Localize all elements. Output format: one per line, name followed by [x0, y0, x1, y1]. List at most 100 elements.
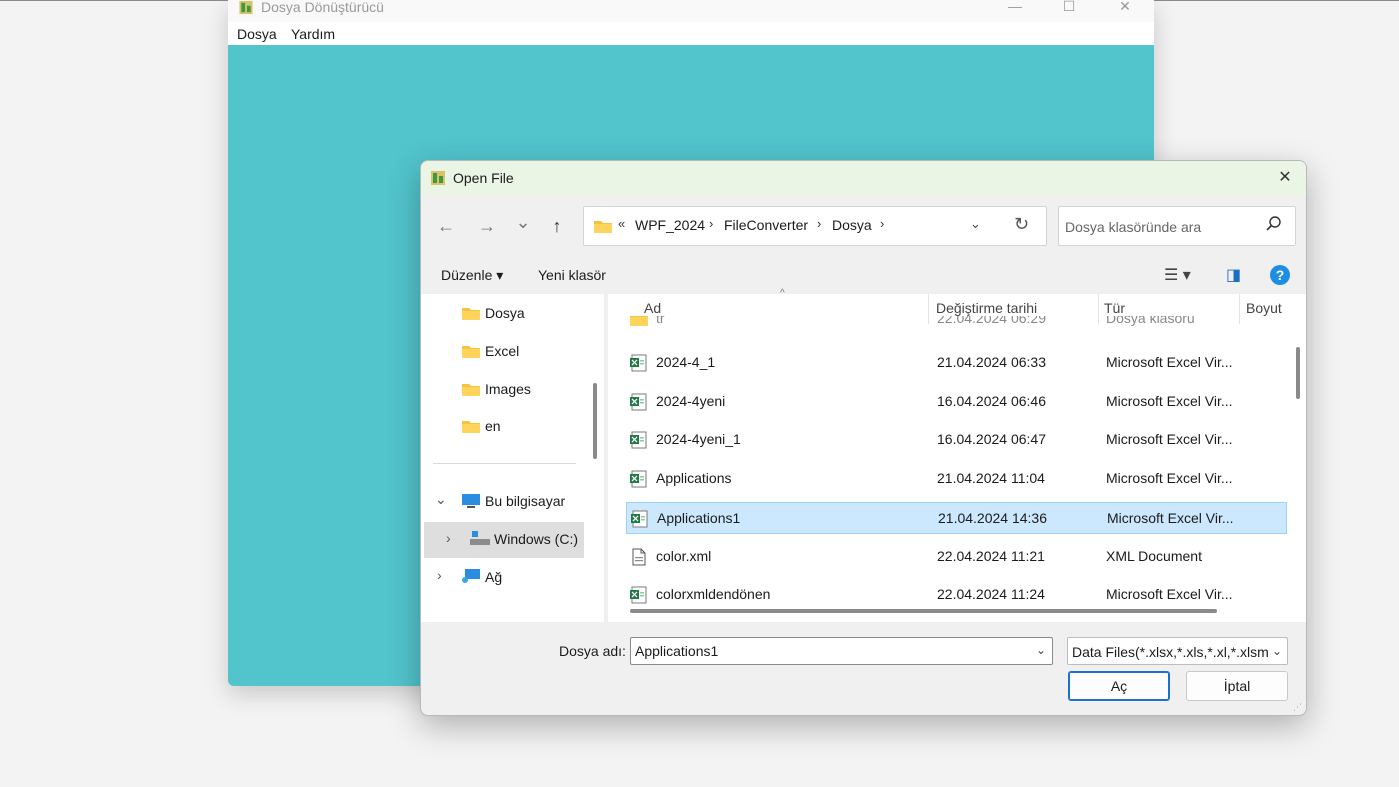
nav-folder-images[interactable]: Images [421, 373, 604, 405]
table-row[interactable]: tr 22.04.2024 06:29 Dosya klasörü [626, 316, 1287, 330]
main-title-bar[interactable]: Dosya Dönüştürücü — ☐ ✕ [228, 0, 1154, 22]
folder-icon [462, 346, 480, 358]
column-header-name[interactable]: Ad [644, 300, 661, 316]
organize-button[interactable]: Düzenle ▾ [441, 267, 503, 284]
table-row[interactable]: color.xml 22.04.2024 11:21 XML Document [626, 541, 1287, 573]
recent-locations-icon[interactable]: ⌄ [510, 211, 536, 235]
search-icon[interactable] [1265, 215, 1283, 233]
nav-label: en [485, 418, 501, 434]
filename-combobox[interactable]: ⌄ [630, 637, 1053, 665]
chevron-right-icon[interactable]: › [446, 530, 451, 546]
file-type: XML Document [1106, 547, 1202, 564]
nav-label: Windows (C:) [494, 531, 579, 547]
nav-drive-c[interactable]: › Windows (C:) [424, 522, 584, 558]
nav-folder-dosya[interactable]: Dosya [421, 297, 604, 329]
dialog-close-button[interactable]: ✕ [1270, 167, 1300, 191]
breadcrumb-separator[interactable]: › [709, 216, 713, 231]
maximize-button[interactable]: ☐ [1046, 0, 1092, 18]
refresh-icon[interactable]: ↻ [1014, 214, 1029, 235]
address-dropdown-icon[interactable]: ⌄ [970, 216, 981, 232]
column-header-size[interactable]: Boyut [1246, 300, 1282, 316]
computer-icon [462, 494, 480, 508]
menu-bar: Dosya Yardım [228, 22, 1154, 45]
back-arrow-icon[interactable]: ← [433, 215, 459, 239]
nav-label: Images [485, 381, 531, 397]
file-type: Microsoft Excel Vir... [1106, 392, 1233, 409]
close-button[interactable]: ✕ [1102, 0, 1148, 18]
filename-label: Dosya adı: [559, 643, 626, 659]
dialog-title: Open File [453, 170, 514, 186]
cancel-button[interactable]: İptal [1186, 671, 1288, 701]
folder-icon [462, 308, 480, 320]
open-file-dialog: Open File ✕ ← → ⌄ ↑ « WPF_2024 › FileCon… [420, 160, 1307, 716]
file-list: ^ Ad Değiştirme tarihi Tür Boyut tr 22.0… [608, 288, 1306, 622]
file-modified: 16.04.2024 06:46 [937, 392, 1046, 409]
excel-file-icon [630, 354, 647, 372]
sort-ascending-icon: ^ [780, 288, 785, 299]
folder-icon [462, 421, 480, 433]
file-modified: 21.04.2024 06:33 [937, 354, 1046, 370]
file-name: tr [656, 316, 665, 326]
nav-folder-excel[interactable]: Excel [421, 335, 604, 367]
file-list-vertical-scrollbar[interactable] [1296, 347, 1300, 399]
breadcrumb-fileconverter[interactable]: FileConverter [724, 217, 808, 233]
file-modified: 16.04.2024 06:47 [937, 431, 1046, 448]
menu-dosya[interactable]: Dosya [237, 26, 277, 42]
folder-icon [594, 221, 612, 233]
nav-label: Excel [485, 343, 520, 359]
file-type: Microsoft Excel Vir... [1106, 354, 1233, 370]
nav-network[interactable]: › Ağ [421, 561, 604, 593]
menu-yardim[interactable]: Yardım [291, 26, 335, 42]
file-modified: 22.04.2024 06:29 [937, 316, 1046, 326]
dialog-title-bar[interactable]: Open File ✕ [421, 161, 1306, 196]
help-icon[interactable]: ? [1270, 265, 1290, 285]
table-row[interactable]: Applications1 21.04.2024 14:36 Microsoft E… [626, 501, 1287, 534]
open-button[interactable]: Aç [1068, 671, 1170, 701]
preview-pane-icon[interactable]: ◨ [1226, 265, 1241, 287]
breadcrumb-separator[interactable]: › [817, 216, 821, 231]
breadcrumb-wpf2024[interactable]: WPF_2024 [635, 217, 705, 233]
chevron-down-icon[interactable]: ⌄ [1272, 644, 1282, 658]
chevron-down-icon[interactable]: ⌄ [435, 491, 447, 508]
folder-icon [462, 384, 480, 396]
file-type: Dosya klasörü [1106, 316, 1195, 326]
new-folder-button[interactable]: Yeni klasör [538, 267, 606, 283]
search-input[interactable] [1065, 217, 1255, 237]
excel-file-icon [630, 586, 647, 604]
breadcrumb-dosya[interactable]: Dosya [832, 217, 872, 233]
resize-grip-icon[interactable]: ⋰ [1293, 702, 1302, 713]
minimize-button[interactable]: — [992, 0, 1038, 18]
up-arrow-icon[interactable]: ↑ [544, 215, 570, 239]
chevron-right-icon[interactable]: › [437, 567, 442, 583]
column-header-type[interactable]: Tür [1104, 300, 1125, 316]
column-header-modified[interactable]: Değiştirme tarihi [936, 300, 1037, 316]
view-options-icon[interactable]: ☰ ▾ [1164, 265, 1191, 287]
search-box[interactable] [1058, 206, 1296, 246]
table-row[interactable]: 2024-4yeni 16.04.2024 06:46 Microsoft Exce… [626, 386, 1287, 418]
nav-label: Dosya [485, 305, 525, 321]
file-name: color.xml [656, 547, 712, 564]
chevron-down-icon[interactable]: ⌄ [1036, 643, 1046, 657]
table-row[interactable]: colorxmldendönen 22.04.2024 11:24 Microsof… [626, 579, 1287, 611]
file-name: 2024-4yeni_1 [656, 431, 741, 448]
forward-arrow-icon[interactable]: → [474, 215, 500, 239]
nav-folder-en[interactable]: en [421, 410, 604, 442]
excel-file-icon [631, 510, 648, 528]
file-type-filter[interactable]: Data Files(*.xlsx,*.xls,*.xl,*.xlsm,* ⌄ [1067, 637, 1288, 665]
table-row[interactable]: 2024-4yeni_1 16.04.2024 06:47 Microsoft Ex… [626, 424, 1287, 456]
address-bar[interactable]: « WPF_2024 › FileConverter › Dosya › ⌄ ↻ [583, 206, 1047, 246]
file-type: Microsoft Excel Vir... [1107, 509, 1234, 526]
folder-icon [630, 316, 648, 326]
table-row[interactable]: 2024-4_1 21.04.2024 06:33 Microsoft Excel … [626, 347, 1287, 379]
breadcrumb-separator[interactable]: › [880, 216, 884, 231]
nav-divider [433, 463, 576, 464]
nav-pane-scrollbar[interactable] [593, 383, 597, 459]
breadcrumb-overflow[interactable]: « [618, 216, 625, 231]
file-type-filter-value: Data Files(*.xlsx,*.xls,*.xl,*.xlsm,* [1072, 644, 1268, 660]
drive-icon [470, 531, 490, 545]
file-list-horizontal-scrollbar[interactable] [630, 609, 1217, 613]
table-row[interactable]: Applications 21.04.2024 11:04 Microsoft Ex… [626, 463, 1287, 495]
network-icon [462, 569, 480, 583]
nav-this-pc[interactable]: ⌄ Bu bilgisayar [421, 485, 604, 517]
filename-input[interactable] [635, 642, 1015, 660]
